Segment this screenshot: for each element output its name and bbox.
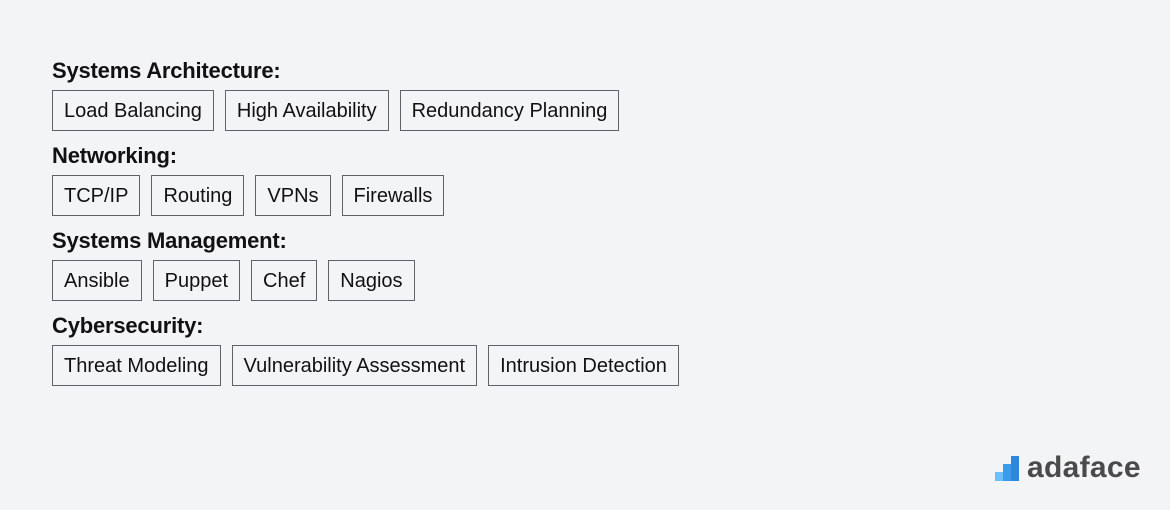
skill-tag: High Availability [224,90,389,131]
skill-tag: TCP/IP [52,175,141,216]
section-systems-management: Systems Management: Ansible Puppet Chef … [52,228,679,301]
section-title: Systems Architecture: [52,58,281,83]
skill-tag: VPNs [255,175,331,216]
tag-list: Threat Modeling Vulnerability Assessment… [52,345,679,386]
skill-tag: Threat Modeling [52,345,221,386]
tag-list: Load Balancing High Availability Redunda… [52,90,679,131]
tag-list: TCP/IP Routing VPNs Firewalls [52,175,679,216]
skills-list: Systems Architecture: Load Balancing Hig… [52,58,679,398]
skill-tag: Intrusion Detection [488,345,679,386]
logo-text: adaface [1027,451,1141,484]
adaface-logo: adaface [995,451,1141,485]
bar-chart-logo-icon [995,456,1019,481]
skill-tag: Vulnerability Assessment [231,345,478,386]
skill-tag: Puppet [152,260,240,301]
skill-tag: Routing [151,175,245,216]
section-systems-architecture: Systems Architecture: Load Balancing Hig… [52,58,679,131]
skill-tag: Ansible [52,260,142,301]
section-title: Networking: [52,143,177,168]
section-title: Systems Management: [52,228,287,253]
section-cybersecurity: Cybersecurity: Threat Modeling Vulnerabi… [52,313,679,386]
section-title: Cybersecurity: [52,313,204,338]
skill-tag: Firewalls [341,175,445,216]
skill-tag: Nagios [328,260,415,301]
section-networking: Networking: TCP/IP Routing VPNs Firewall… [52,143,679,216]
skill-tag: Redundancy Planning [399,90,620,131]
skill-tag: Chef [251,260,318,301]
tag-list: Ansible Puppet Chef Nagios [52,260,679,301]
skill-tag: Load Balancing [52,90,214,131]
